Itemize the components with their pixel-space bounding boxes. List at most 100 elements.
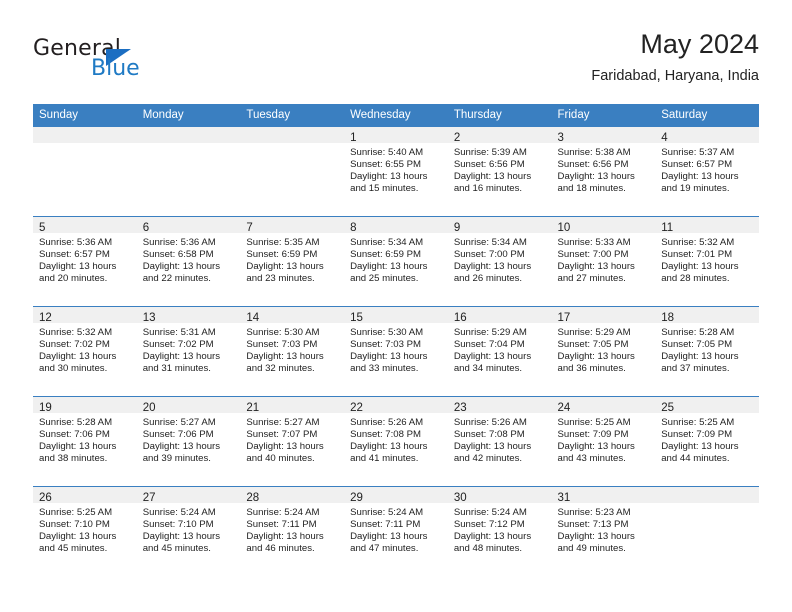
day-details: Sunrise: 5:40 AM Sunset: 6:55 PM Daylight:…	[344, 143, 448, 195]
day-cell-9: 9 Sunrise: 5:34 AM Sunset: 7:00 PM Daylight…	[447, 217, 552, 306]
calendar-week-row: 19 Sunrise: 5:28 AM Sunset: 7:06 PM Dayligh…	[33, 396, 759, 487]
day-details: Sunrise: 5:38 AM Sunset: 6:56 PM Daylight:…	[552, 143, 656, 195]
calendar-day-cell[interactable]: 15 Sunrise: 5:30 AM Sunset: 7:03 PM Dayligh…	[344, 306, 448, 397]
daylight-text-line2: and 18 minutes.	[557, 182, 626, 194]
weekday-header-saturday: Saturday	[655, 104, 759, 127]
day-cell-19: 19 Sunrise: 5:28 AM Sunset: 7:06 PM Dayligh…	[33, 397, 137, 486]
sunset-text: Sunset: 7:02 PM	[142, 338, 214, 350]
calendar-day-cell[interactable]: 19 Sunrise: 5:28 AM Sunset: 7:06 PM Dayligh…	[33, 396, 137, 487]
daylight-text-line2: and 49 minutes.	[557, 542, 626, 554]
day-cell-26: 26 Sunrise: 5:25 AM Sunset: 7:10 PM Dayligh…	[33, 487, 137, 576]
calendar-day-cell[interactable]: 26 Sunrise: 5:25 AM Sunset: 7:10 PM Dayligh…	[33, 486, 137, 576]
calendar-day-cell[interactable]: 3 Sunrise: 5:38 AM Sunset: 6:56 PM Daylight…	[551, 127, 656, 217]
day-number: 14	[246, 312, 260, 324]
calendar-day-cell[interactable]: 31 Sunrise: 5:23 AM Sunset: 7:13 PM Dayligh…	[551, 486, 656, 576]
calendar-day-cell[interactable]	[240, 127, 345, 217]
calendar-day-cell[interactable]: 1 Sunrise: 5:40 AM Sunset: 6:55 PM Daylight…	[344, 127, 448, 217]
daylight-text-line2: and 26 minutes.	[453, 272, 523, 284]
sunrise-text: Sunrise: 5:30 AM	[246, 327, 320, 338]
daylight-text-line1: Daylight: 13 hours	[661, 350, 739, 362]
calendar-day-cell[interactable]: 10 Sunrise: 5:33 AM Sunset: 7:00 PM Dayligh…	[551, 216, 656, 307]
calendar-day-cell[interactable]: 28 Sunrise: 5:24 AM Sunset: 7:11 PM Dayligh…	[240, 486, 345, 576]
calendar-day-cell[interactable]: 21 Sunrise: 5:27 AM Sunset: 7:07 PM Dayligh…	[240, 396, 345, 487]
calendar-day-cell[interactable]: 2 Sunrise: 5:39 AM Sunset: 6:56 PM Daylight…	[447, 127, 552, 217]
day-cell-27: 27 Sunrise: 5:24 AM Sunset: 7:10 PM Dayligh…	[136, 487, 241, 576]
day-details: Sunrise: 5:24 AM Sunset: 7:10 PM Daylight:…	[137, 503, 241, 555]
day-details: Sunrise: 5:26 AM Sunset: 7:08 PM Daylight:…	[344, 413, 448, 465]
day-number: 4	[661, 132, 668, 144]
calendar-day-cell[interactable]: 23 Sunrise: 5:26 AM Sunset: 7:08 PM Dayligh…	[447, 396, 552, 487]
calendar-week-row: 1 Sunrise: 5:40 AM Sunset: 6:55 PM Daylight…	[33, 127, 759, 217]
daylight-text-line1: Daylight: 13 hours	[39, 260, 117, 272]
day-number-band: 31	[551, 487, 656, 504]
day-number: 9	[453, 222, 461, 234]
calendar-day-cell[interactable]: 22 Sunrise: 5:26 AM Sunset: 7:08 PM Dayligh…	[344, 396, 448, 487]
day-number-band: 17	[551, 307, 656, 324]
day-number-band	[655, 487, 759, 503]
day-number-band: 28	[240, 487, 345, 504]
calendar-day-cell[interactable]: 17 Sunrise: 5:29 AM Sunset: 7:05 PM Dayligh…	[551, 306, 656, 397]
day-number: 2	[453, 132, 461, 144]
calendar-day-cell[interactable]	[33, 127, 137, 217]
calendar-day-cell[interactable]	[655, 486, 759, 576]
calendar-day-cell[interactable]: 16 Sunrise: 5:29 AM Sunset: 7:04 PM Dayligh…	[447, 306, 552, 397]
day-details: Sunrise: 5:36 AM Sunset: 6:58 PM Daylight:…	[137, 233, 241, 285]
daylight-text-line2: and 19 minutes.	[661, 182, 730, 194]
calendar-day-cell[interactable]: 14 Sunrise: 5:30 AM Sunset: 7:03 PM Dayligh…	[240, 306, 345, 397]
calendar-day-cell[interactable]: 30 Sunrise: 5:24 AM Sunset: 7:12 PM Dayligh…	[447, 486, 552, 576]
daylight-text-line2: and 16 minutes.	[453, 182, 523, 194]
day-details: Sunrise: 5:27 AM Sunset: 7:06 PM Daylight:…	[137, 413, 241, 465]
sunrise-text: Sunrise: 5:29 AM	[453, 327, 527, 338]
sunset-text: Sunset: 6:57 PM	[661, 158, 733, 170]
calendar-day-cell[interactable]: 27 Sunrise: 5:24 AM Sunset: 7:10 PM Dayligh…	[136, 486, 241, 576]
day-number: 1	[350, 132, 357, 144]
day-cell-empty	[240, 127, 345, 216]
daylight-text-line2: and 47 minutes.	[350, 542, 419, 554]
calendar-day-cell[interactable]: 9 Sunrise: 5:34 AM Sunset: 7:00 PM Daylight…	[447, 216, 552, 307]
calendar-day-cell[interactable]: 12 Sunrise: 5:32 AM Sunset: 7:02 PM Dayligh…	[33, 306, 137, 397]
day-details: Sunrise: 5:23 AM Sunset: 7:13 PM Daylight:…	[552, 503, 656, 555]
sunrise-text: Sunrise: 5:34 AM	[453, 237, 527, 248]
calendar-day-cell[interactable]: 29 Sunrise: 5:24 AM Sunset: 7:11 PM Dayligh…	[344, 486, 448, 576]
daylight-text-line1: Daylight: 13 hours	[661, 260, 739, 272]
sunset-text: Sunset: 6:55 PM	[350, 158, 422, 170]
calendar-day-cell[interactable]: 5 Sunrise: 5:36 AM Sunset: 6:57 PM Daylight…	[33, 216, 137, 307]
day-cell-28: 28 Sunrise: 5:24 AM Sunset: 7:11 PM Dayligh…	[240, 487, 345, 576]
calendar-day-cell[interactable]: 11 Sunrise: 5:32 AM Sunset: 7:01 PM Dayligh…	[655, 216, 759, 307]
sunrise-text: Sunrise: 5:31 AM	[142, 327, 216, 338]
calendar-day-cell[interactable]: 18 Sunrise: 5:28 AM Sunset: 7:05 PM Dayligh…	[655, 306, 759, 397]
sunset-text: Sunset: 7:09 PM	[557, 428, 629, 440]
general-blue-logo[interactable]: General Blue	[33, 36, 273, 90]
day-cell-25: 25 Sunrise: 5:25 AM Sunset: 7:09 PM Dayligh…	[655, 397, 759, 486]
day-details: Sunrise: 5:28 AM Sunset: 7:05 PM Daylight:…	[655, 323, 759, 375]
day-number-band: 30	[447, 487, 552, 504]
daylight-text-line2: and 39 minutes.	[142, 452, 211, 464]
calendar-day-cell[interactable]: 24 Sunrise: 5:25 AM Sunset: 7:09 PM Dayligh…	[551, 396, 656, 487]
sunrise-text: Sunrise: 5:29 AM	[557, 327, 631, 338]
day-cell-17: 17 Sunrise: 5:29 AM Sunset: 7:05 PM Dayligh…	[551, 307, 656, 396]
sunrise-text: Sunrise: 5:33 AM	[557, 237, 631, 248]
calendar-day-cell[interactable]	[136, 127, 241, 217]
calendar-day-cell[interactable]: 25 Sunrise: 5:25 AM Sunset: 7:09 PM Dayligh…	[655, 396, 759, 487]
day-cell-14: 14 Sunrise: 5:30 AM Sunset: 7:03 PM Dayligh…	[240, 307, 345, 396]
daylight-text-line1: Daylight: 13 hours	[350, 350, 428, 362]
day-number: 18	[661, 312, 675, 324]
calendar-day-cell[interactable]: 20 Sunrise: 5:27 AM Sunset: 7:06 PM Dayligh…	[136, 396, 241, 487]
daylight-text-line2: and 42 minutes.	[453, 452, 523, 464]
calendar-day-cell[interactable]: 8 Sunrise: 5:34 AM Sunset: 6:59 PM Daylight…	[344, 216, 448, 307]
calendar-day-cell[interactable]: 7 Sunrise: 5:35 AM Sunset: 6:59 PM Daylight…	[240, 216, 345, 307]
calendar-day-cell[interactable]: 4 Sunrise: 5:37 AM Sunset: 6:57 PM Daylight…	[655, 127, 759, 217]
sunset-text: Sunset: 6:59 PM	[350, 248, 422, 260]
calendar-day-cell[interactable]: 6 Sunrise: 5:36 AM Sunset: 6:58 PM Daylight…	[136, 216, 241, 307]
page-title: May 2024	[640, 29, 759, 59]
calendar-day-cell[interactable]: 13 Sunrise: 5:31 AM Sunset: 7:02 PM Dayligh…	[136, 306, 241, 397]
sunrise-text: Sunrise: 5:25 AM	[39, 507, 113, 518]
sunrise-text: Sunrise: 5:24 AM	[246, 507, 320, 518]
day-details: Sunrise: 5:30 AM Sunset: 7:03 PM Daylight:…	[344, 323, 448, 375]
day-details: Sunrise: 5:35 AM Sunset: 6:59 PM Daylight:…	[240, 233, 344, 285]
sunrise-text: Sunrise: 5:27 AM	[246, 417, 320, 428]
daylight-text-line1: Daylight: 13 hours	[142, 260, 221, 272]
calendar-week-row: 5 Sunrise: 5:36 AM Sunset: 6:57 PM Daylight…	[33, 216, 759, 307]
day-details: Sunrise: 5:24 AM Sunset: 7:11 PM Daylight:…	[344, 503, 448, 555]
day-number-band: 16	[447, 307, 552, 324]
